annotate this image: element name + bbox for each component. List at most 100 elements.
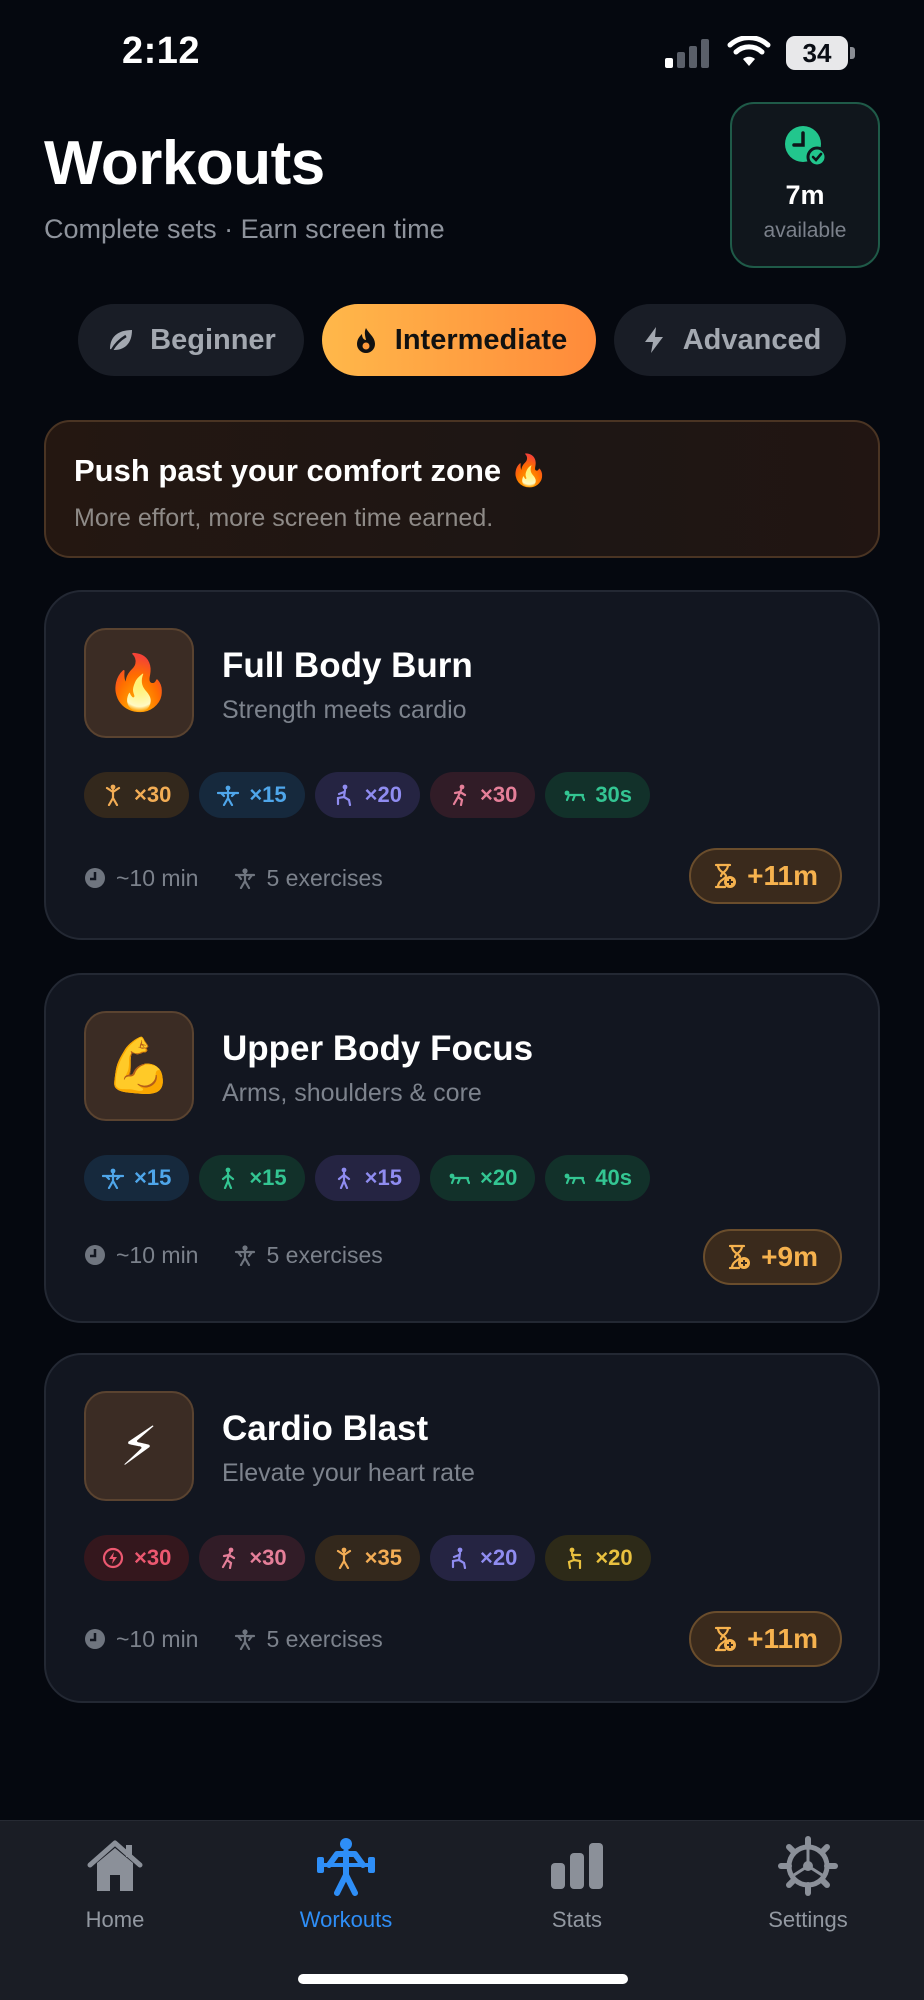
reward-badge[interactable]: +11m — [689, 1611, 842, 1667]
available-time-caption: available — [763, 219, 847, 242]
status-bar: 2:12 34 — [0, 0, 924, 110]
tab-home[interactable]: Home — [25, 1835, 205, 1955]
weightlifter-icon — [235, 1245, 256, 1266]
exercise-chips: ×15 ×15 ×15 ×20 40s — [84, 1155, 651, 1201]
jumping-jack-icon — [105, 784, 121, 806]
hourglass-plus-icon — [729, 1244, 751, 1270]
exercise-chip-label: ×15 — [364, 1165, 402, 1190]
hourglass-plus-icon — [715, 863, 737, 889]
gear-icon — [778, 1836, 838, 1896]
workout-emoji-flexed-biceps: 💪 — [84, 1011, 194, 1121]
exercise-chip-label: ×35 — [364, 1545, 402, 1570]
exercise-chip: ×30 — [199, 1535, 305, 1581]
workout-card[interactable]: ⚡ Cardio Blast Elevate your heart rate ×… — [44, 1353, 880, 1703]
level-pill-intermediate[interactable]: Intermediate — [322, 304, 596, 376]
tab-bar: Home Workouts Stats Settings — [0, 1820, 924, 2000]
level-selector: Beginner Intermediate Advanced — [0, 304, 924, 376]
tab-label: Settings — [768, 1907, 848, 1932]
exercise-chip: 40s — [545, 1155, 651, 1201]
available-time-value: 7m — [785, 180, 825, 210]
page-subtitle: Complete sets · Earn screen time — [44, 214, 445, 244]
cellular-signal-icon — [665, 38, 715, 68]
exercise-chip: ×30 — [429, 772, 536, 818]
exercise-chip-label: ×20 — [479, 1545, 518, 1570]
reward-badge[interactable]: +9m — [703, 1229, 842, 1285]
workout-card[interactable]: 💪 Upper Body Focus Arms, shoulders & cor… — [44, 973, 880, 1323]
lunge-icon — [336, 784, 351, 806]
page-title: Workouts — [44, 129, 325, 198]
speed-circle-icon — [102, 1547, 124, 1569]
exercise-chip-label: ×15 — [249, 782, 287, 807]
workout-description: Strength meets cardio — [222, 696, 467, 724]
exercise-chip-label: 40s — [595, 1165, 633, 1190]
reward-value: +11m — [747, 860, 818, 891]
workout-exercise-count: 5 exercises — [266, 1241, 383, 1268]
clock-check-icon — [785, 126, 827, 168]
weightlifter-icon — [317, 1838, 375, 1896]
plank-icon — [564, 1173, 586, 1185]
house-icon — [87, 1840, 143, 1891]
tab-label: Home — [85, 1907, 145, 1932]
workout-duration: ~10 min — [116, 1625, 199, 1652]
weightlifter-icon — [235, 1629, 256, 1650]
hourglass-plus-icon — [715, 1626, 737, 1652]
exercise-chip-label: ×30 — [134, 1545, 172, 1570]
workout-duration: ~10 min — [116, 1241, 199, 1268]
reward-value: +11m — [747, 1623, 818, 1654]
exercise-chip-label: ×30 — [479, 782, 518, 807]
lunge-icon — [451, 1547, 467, 1569]
runner-icon — [452, 784, 467, 806]
exercise-chip: ×15 — [84, 1155, 190, 1201]
tab-label: Stats — [551, 1907, 603, 1932]
workout-name: Full Body Burn — [222, 646, 473, 685]
exercise-chip-label: ×20 — [364, 782, 402, 807]
plank-icon — [449, 1173, 470, 1185]
available-time-card[interactable]: 7m available — [730, 102, 880, 268]
flame-icon — [356, 328, 375, 353]
level-pill-advanced[interactable]: Advanced — [614, 304, 846, 376]
squat-icon — [568, 1547, 582, 1569]
runner-icon — [222, 1547, 236, 1569]
tab-workouts[interactable]: Workouts — [256, 1835, 436, 1955]
workout-meta: ~10 min 5 exercises — [84, 1621, 383, 1657]
exercise-chip: ×15 — [199, 1155, 305, 1201]
clock-icon — [85, 868, 105, 888]
leaf-icon — [110, 330, 133, 351]
exercise-chip: ×20 — [429, 1535, 536, 1581]
exercise-chip: ×20 — [545, 1535, 651, 1581]
bar-chart-icon — [551, 1843, 603, 1889]
exercise-chip-label: ×20 — [595, 1545, 633, 1570]
exercise-chip: ×20 — [429, 1155, 536, 1201]
exercise-chip-label: ×30 — [134, 782, 172, 807]
tab-stats[interactable]: Stats — [487, 1835, 667, 1955]
workout-emoji-lightning: ⚡ — [84, 1391, 194, 1501]
status-time: 2:12 — [122, 30, 201, 72]
exercise-chip: ×30 — [84, 1535, 190, 1581]
weightlifter-icon — [217, 785, 240, 806]
tab-label: Workouts — [299, 1907, 393, 1932]
workout-card[interactable]: 🔥 Full Body Burn Strength meets cardio ×… — [44, 590, 880, 940]
exercise-chips: ×30 ×15 ×20 ×30 30s — [84, 772, 651, 818]
level-pill-label: Beginner — [150, 323, 276, 356]
standing-person-icon — [337, 1167, 350, 1189]
standing-person-icon — [222, 1167, 235, 1189]
level-pill-beginner[interactable]: Beginner — [78, 304, 304, 376]
jumping-jack-icon — [336, 1547, 351, 1569]
exercise-chips: ×30 ×30 ×35 ×20 ×20 — [84, 1535, 651, 1581]
workout-exercise-count: 5 exercises — [266, 864, 383, 891]
clock-icon — [85, 1629, 105, 1649]
workout-emoji-fire: 🔥 — [84, 628, 194, 738]
workout-description: Arms, shoulders & core — [222, 1079, 482, 1107]
home-indicator[interactable] — [298, 1974, 628, 1984]
tab-settings[interactable]: Settings — [718, 1835, 898, 1955]
workout-exercise-count: 5 exercises — [266, 1625, 383, 1652]
exercise-chip-label: ×15 — [134, 1165, 172, 1190]
reward-badge[interactable]: +11m — [689, 848, 842, 904]
weightlifter-icon — [102, 1168, 124, 1189]
banner-subtitle: More effort, more screen time earned. — [74, 504, 494, 532]
bolt-icon — [644, 327, 663, 353]
exercise-chip: 30s — [545, 772, 651, 818]
exercise-chip-label: ×30 — [249, 1545, 287, 1570]
workout-meta: ~10 min 5 exercises — [84, 1237, 383, 1273]
motivation-banner: Push past your comfort zone 🔥 More effor… — [44, 420, 880, 558]
